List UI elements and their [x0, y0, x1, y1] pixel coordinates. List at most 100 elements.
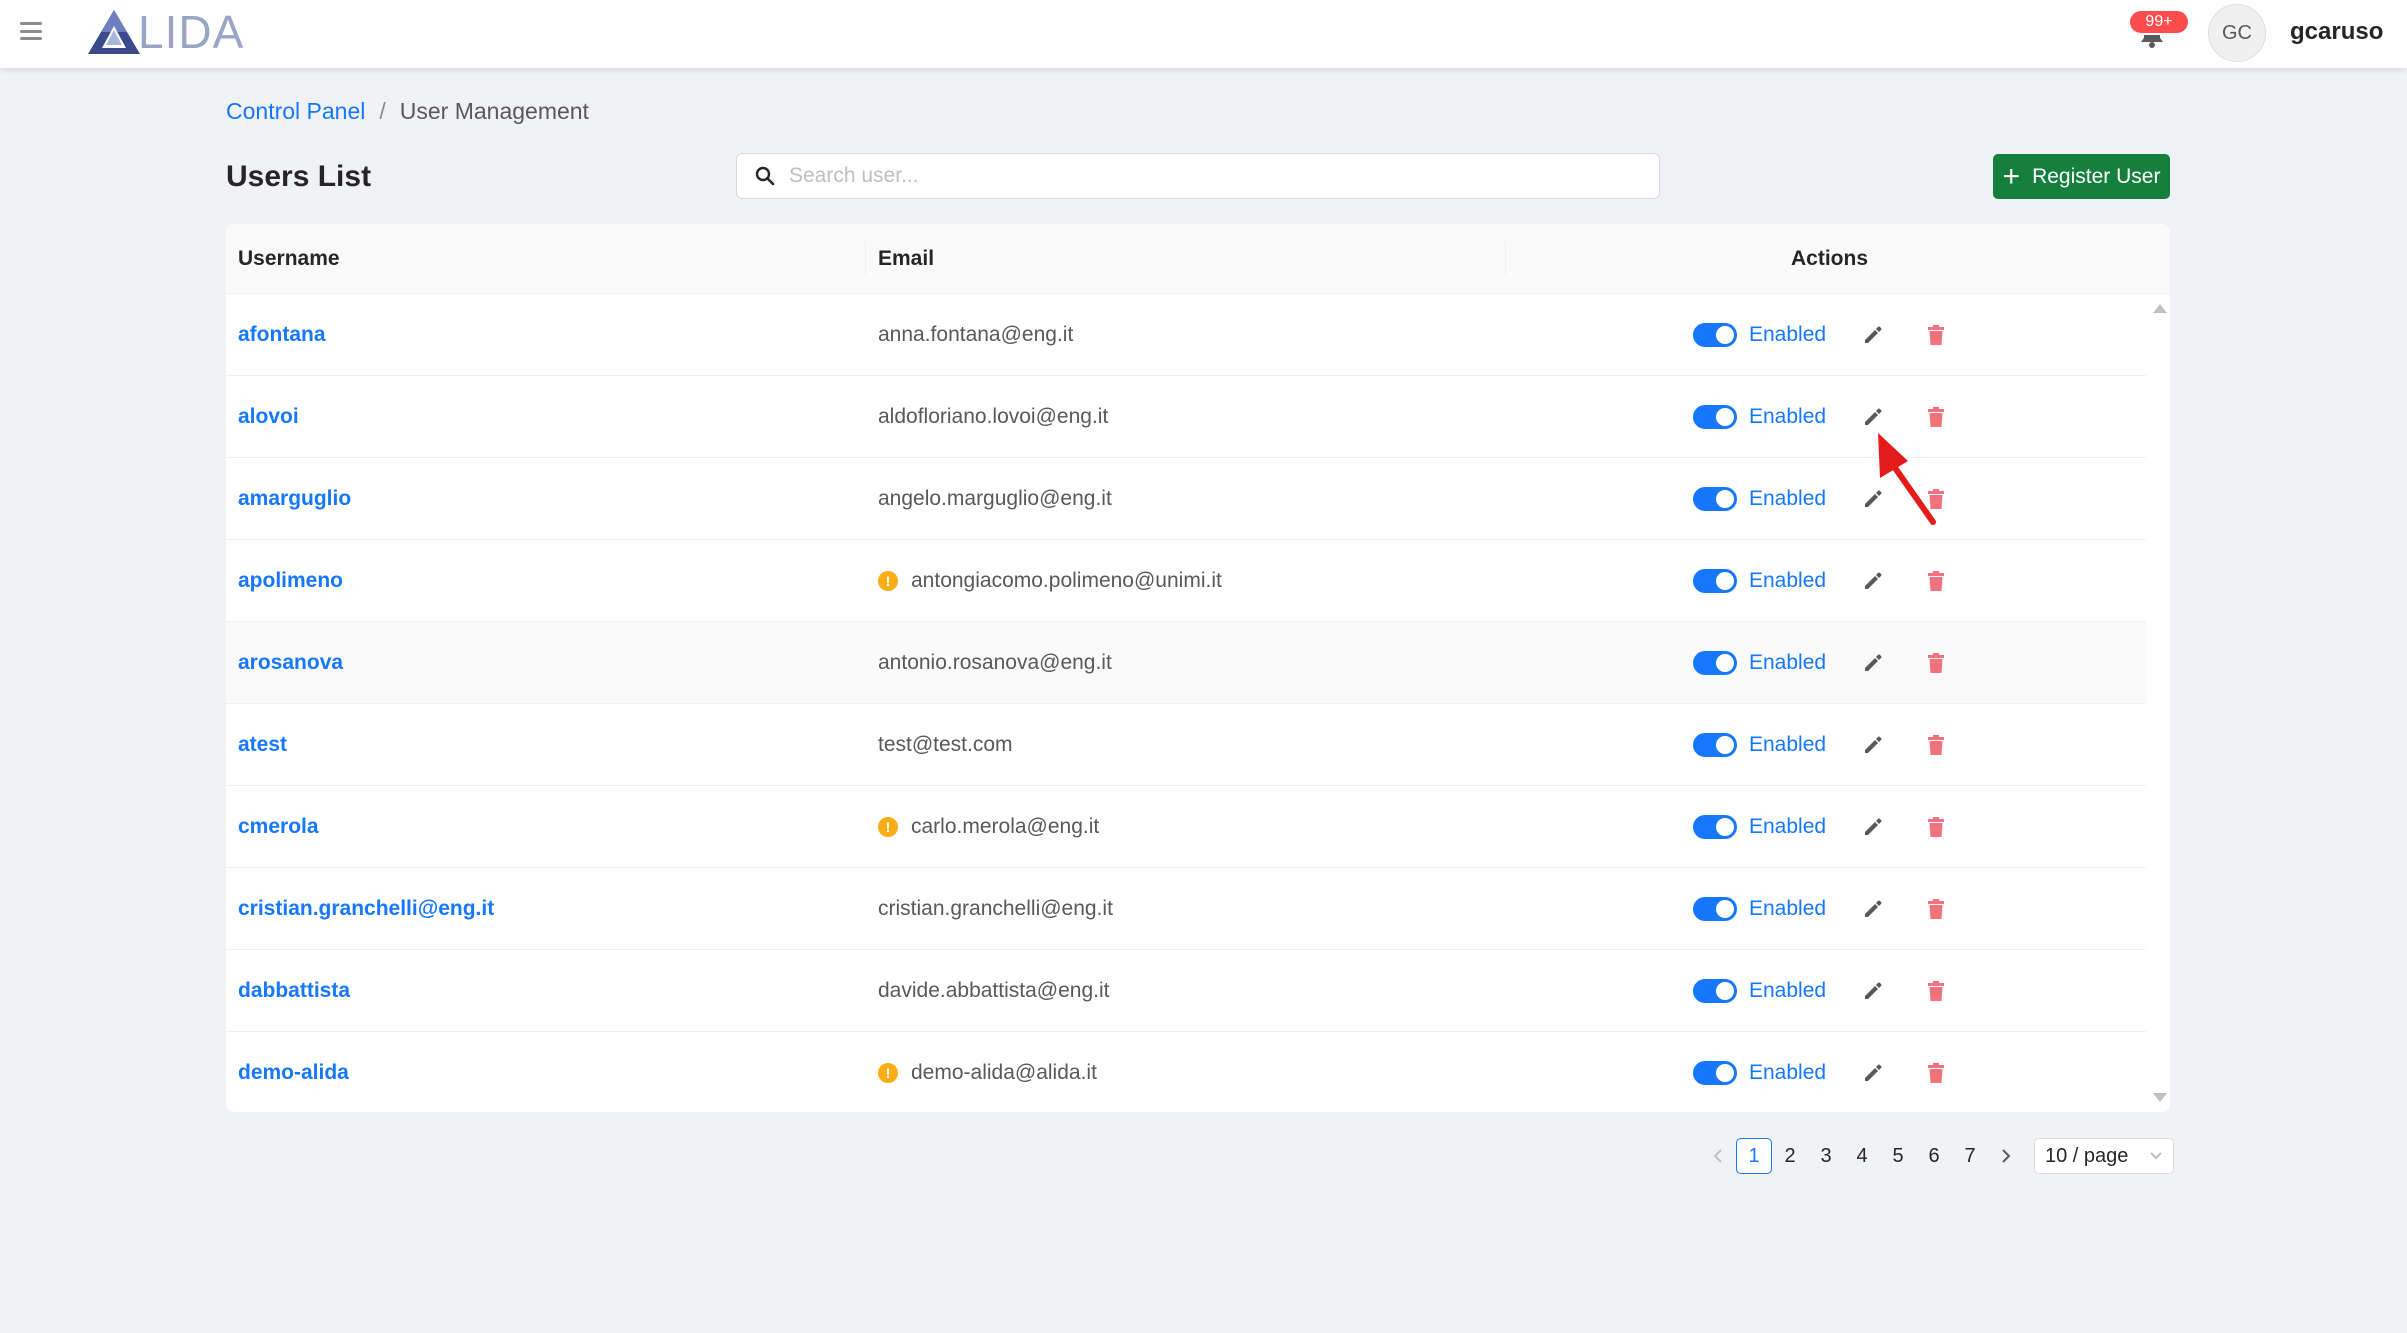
username-link[interactable]: cristian.granchelli@eng.it [238, 897, 494, 921]
enabled-toggle[interactable] [1693, 569, 1737, 593]
table-row: dabbattista davide.abbattista@eng.it Ena… [226, 950, 2146, 1032]
table-row: arosanova antonio.rosanova@eng.it Enable… [226, 622, 2146, 704]
page-number-5[interactable]: 5 [1880, 1138, 1916, 1174]
enabled-toggle[interactable] [1693, 323, 1737, 347]
enabled-toggle[interactable] [1693, 897, 1737, 921]
page-size-select[interactable]: 10 / page [2034, 1138, 2174, 1174]
status-label[interactable]: Enabled [1749, 815, 1826, 839]
column-header-email: Email [878, 247, 935, 270]
page-number-7[interactable]: 7 [1952, 1138, 1988, 1174]
delete-trash-icon[interactable] [1921, 566, 1951, 596]
column-header-actions: Actions [1791, 247, 1869, 270]
email-text: cristian.granchelli@eng.it [878, 897, 1113, 920]
username-link[interactable]: apolimeno [238, 569, 343, 593]
scroll-up-arrow-icon[interactable] [2153, 304, 2167, 313]
delete-trash-icon[interactable] [1921, 976, 1951, 1006]
register-user-button[interactable]: + Register User [1993, 154, 2170, 199]
email-text: davide.abbattista@eng.it [878, 979, 1110, 1002]
notification-badge: 99+ [2130, 11, 2188, 33]
username-link[interactable]: cmerola [238, 815, 319, 839]
delete-trash-icon[interactable] [1921, 648, 1951, 678]
delete-trash-icon[interactable] [1921, 730, 1951, 760]
warning-icon: ! [878, 1063, 898, 1083]
enabled-toggle[interactable] [1693, 651, 1737, 675]
plus-icon: + [2002, 159, 2021, 193]
username-link[interactable]: afontana [238, 323, 326, 347]
edit-pencil-icon[interactable] [1858, 730, 1888, 760]
enabled-toggle[interactable] [1693, 1061, 1737, 1085]
page-number-3[interactable]: 3 [1808, 1138, 1844, 1174]
status-label[interactable]: Enabled [1749, 897, 1826, 921]
edit-pencil-icon[interactable] [1858, 976, 1888, 1006]
status-label[interactable]: Enabled [1749, 405, 1826, 429]
enabled-toggle[interactable] [1693, 405, 1737, 429]
page-number-1[interactable]: 1 [1736, 1138, 1772, 1174]
status-label[interactable]: Enabled [1749, 979, 1826, 1003]
edit-pencil-icon[interactable] [1858, 566, 1888, 596]
email-text: aldofloriano.lovoi@eng.it [878, 405, 1109, 428]
username-link[interactable]: dabbattista [238, 979, 350, 1003]
status-label[interactable]: Enabled [1749, 733, 1826, 757]
edit-pencil-icon[interactable] [1858, 894, 1888, 924]
search-input[interactable] [789, 164, 1649, 188]
table-scrollbar[interactable] [2148, 294, 2170, 1112]
alida-logo[interactable]: LIDA [86, 6, 244, 58]
status-label[interactable]: Enabled [1749, 651, 1826, 675]
current-username[interactable]: gcaruso [2290, 18, 2383, 46]
page-number-6[interactable]: 6 [1916, 1138, 1952, 1174]
avatar[interactable]: GC [2208, 4, 2266, 62]
enabled-toggle[interactable] [1693, 487, 1737, 511]
email-text: antonio.rosanova@eng.it [878, 651, 1112, 674]
page-number-2[interactable]: 2 [1772, 1138, 1808, 1174]
table-row: cmerola ! carlo.merola@eng.it Enabled [226, 786, 2146, 868]
username-link[interactable]: amarguglio [238, 487, 351, 511]
search-icon [755, 166, 775, 186]
logo-triangle-icon [88, 10, 140, 54]
username-link[interactable]: atest [238, 733, 287, 757]
username-link[interactable]: arosanova [238, 651, 343, 675]
delete-trash-icon[interactable] [1921, 320, 1951, 350]
delete-trash-icon[interactable] [1921, 812, 1951, 842]
column-divider [1505, 242, 1506, 276]
logo-text: LIDA [138, 6, 245, 58]
edit-pencil-icon[interactable] [1858, 648, 1888, 678]
delete-trash-icon[interactable] [1921, 894, 1951, 924]
status-label[interactable]: Enabled [1749, 323, 1826, 347]
edit-pencil-icon[interactable] [1858, 812, 1888, 842]
status-label[interactable]: Enabled [1749, 569, 1826, 593]
page-number-4[interactable]: 4 [1844, 1138, 1880, 1174]
delete-trash-icon[interactable] [1921, 402, 1951, 432]
table-row: demo-alida ! demo-alida@alida.it Enabled [226, 1032, 2146, 1112]
scroll-down-arrow-icon[interactable] [2153, 1093, 2167, 1102]
next-page-chevron-icon[interactable] [1988, 1138, 2024, 1174]
table-row: alovoi aldofloriano.lovoi@eng.it Enabled [226, 376, 2146, 458]
breadcrumb-current: User Management [399, 98, 589, 124]
menu-icon[interactable] [18, 20, 44, 42]
username-link[interactable]: demo-alida [238, 1061, 349, 1085]
breadcrumb-separator: / [379, 98, 386, 124]
edit-pencil-icon[interactable] [1858, 402, 1888, 432]
edit-pencil-icon[interactable] [1858, 1058, 1888, 1088]
chevron-down-icon [2150, 1152, 2162, 1160]
enabled-toggle[interactable] [1693, 733, 1737, 757]
top-bar: LIDA 99+ GC gcaruso [0, 0, 2407, 68]
table-row: atest test@test.com Enabled [226, 704, 2146, 786]
edit-pencil-icon[interactable] [1858, 484, 1888, 514]
prev-page-chevron-icon[interactable] [1700, 1138, 1736, 1174]
breadcrumb-control-panel[interactable]: Control Panel [226, 98, 365, 125]
page-numbers: 1234567 [1736, 1138, 1988, 1174]
table-row: afontana anna.fontana@eng.it Enabled [226, 294, 2146, 376]
enabled-toggle[interactable] [1693, 815, 1737, 839]
email-text: angelo.marguglio@eng.it [878, 487, 1112, 510]
edit-pencil-icon[interactable] [1858, 320, 1888, 350]
delete-trash-icon[interactable] [1921, 484, 1951, 514]
register-user-label: Register User [2032, 164, 2161, 188]
delete-trash-icon[interactable] [1921, 1058, 1951, 1088]
username-link[interactable]: alovoi [238, 405, 299, 429]
email-text: carlo.merola@eng.it [911, 815, 1100, 838]
status-label[interactable]: Enabled [1749, 1061, 1826, 1085]
warning-icon: ! [878, 817, 898, 837]
enabled-toggle[interactable] [1693, 979, 1737, 1003]
table-row: amarguglio angelo.marguglio@eng.it Enabl… [226, 458, 2146, 540]
status-label[interactable]: Enabled [1749, 487, 1826, 511]
